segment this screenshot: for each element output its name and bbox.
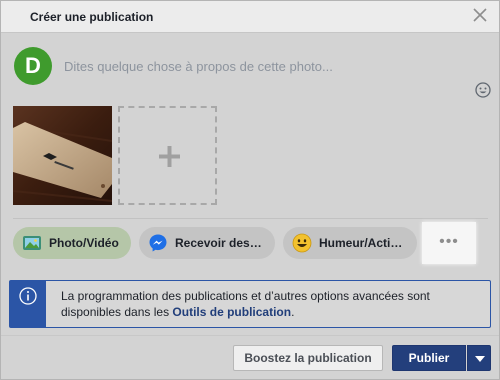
info-icon (19, 287, 37, 305)
info-text-end: . (291, 305, 295, 319)
dialog-header: Créer une publication (1, 1, 499, 33)
attached-photo-thumbnail[interactable] (13, 106, 112, 205)
boost-post-button[interactable]: Boostez la publication (233, 345, 383, 371)
chevron-down-icon (475, 356, 485, 362)
get-messages-label: Recevoir des… (175, 236, 262, 250)
get-messages-button[interactable]: Recevoir des… (139, 227, 275, 259)
create-post-dialog: Créer une publication D Dites quelque ch… (0, 0, 500, 380)
emoji-picker-icon[interactable] (475, 82, 491, 98)
messenger-icon (149, 234, 167, 252)
plus-icon (159, 146, 180, 167)
business-card-photo (13, 106, 112, 205)
dialog-title: Créer une publication (30, 10, 154, 24)
publish-options-dropdown[interactable] (467, 345, 491, 371)
footer-divider (1, 335, 499, 336)
more-options-button[interactable]: ••• (422, 222, 476, 264)
photo-video-label: Photo/Vidéo (49, 236, 119, 250)
more-options-icon: ••• (439, 233, 459, 250)
close-icon[interactable] (470, 5, 490, 25)
photo-video-button[interactable]: Photo/Vidéo (13, 227, 131, 259)
info-message: La programmation des publications et d’a… (61, 288, 481, 320)
avatar[interactable]: D (14, 47, 52, 85)
emoji-icon (292, 233, 312, 253)
add-photo-button[interactable] (118, 106, 217, 205)
photo-icon (23, 236, 41, 250)
post-text-input[interactable]: Dites quelque chose à propos de cette ph… (64, 59, 333, 74)
publish-button[interactable]: Publier (392, 345, 466, 371)
info-accent-bar (10, 281, 46, 327)
publishing-tools-link[interactable]: Outils de publication (172, 305, 291, 319)
divider (13, 218, 488, 219)
feeling-activity-button[interactable]: Humeur/Acti… (283, 227, 417, 259)
feeling-activity-label: Humeur/Acti… (319, 236, 403, 250)
scheduling-info-box: La programmation des publications et d’a… (9, 280, 491, 328)
